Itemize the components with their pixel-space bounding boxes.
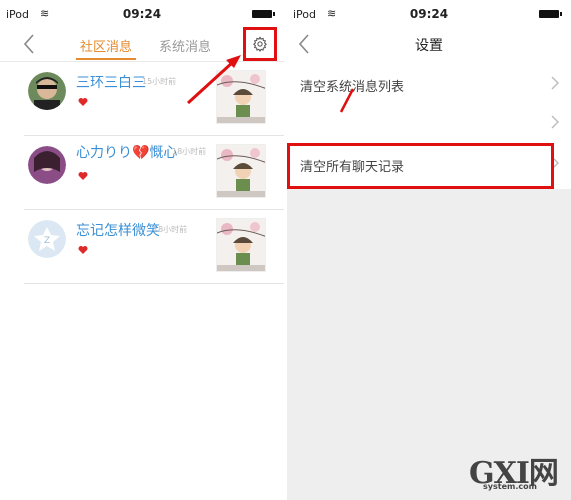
page-title: 设置 <box>415 38 443 54</box>
message-row[interactable]: Z 忘记怎样微笑 18小时前 <box>20 214 284 284</box>
battery-icon <box>539 10 562 18</box>
message-time: 18小时前 <box>172 147 207 156</box>
status-bar: iPod ≋ 09:24 <box>0 0 284 26</box>
tab-system-messages[interactable]: 系统消息 <box>159 36 211 55</box>
message-time: 15小时前 <box>142 77 177 86</box>
back-chevron-icon[interactable] <box>22 33 36 55</box>
sender-name[interactable]: 心力りり💔慨心 <box>76 142 177 162</box>
gear-icon[interactable] <box>252 36 268 52</box>
heart-icon <box>78 98 88 106</box>
site-watermark: GXI网 system.com <box>469 448 565 496</box>
watermark-domain: system.com <box>483 482 537 491</box>
row-divider <box>24 209 284 210</box>
sender-name[interactable]: 三环三白三 <box>76 72 146 92</box>
avatar: Z <box>28 220 66 258</box>
clock: 09:24 <box>409 7 449 21</box>
message-row[interactable]: 心力りり💔慨心 18小时前 <box>20 140 284 210</box>
settings-highlight-box <box>243 27 277 61</box>
nav-bar: 设置 <box>287 26 571 62</box>
clock: 09:24 <box>122 7 162 21</box>
row-divider <box>24 283 284 284</box>
row-divider <box>24 135 284 136</box>
message-time: 18小时前 <box>153 225 188 234</box>
avatar <box>28 146 66 184</box>
active-tab-indicator <box>76 58 136 60</box>
chevron-right-icon <box>551 76 559 90</box>
status-bar: iPod ≋ 09:24 <box>287 0 571 26</box>
post-thumbnail[interactable] <box>216 218 266 272</box>
messages-screen: iPod ≋ 09:24 社区消息 系统消息 三环三白三 15小时前 心力りり💔… <box>0 0 284 500</box>
svg-text:Z: Z <box>44 236 50 246</box>
heart-icon <box>78 246 88 254</box>
settings-screen: iPod ≋ 09:24 设置 清空系统消息列表 清空所有聊天记录 <box>287 0 571 500</box>
chevron-right-icon <box>551 115 559 129</box>
post-thumbnail[interactable] <box>216 70 266 124</box>
avatar <box>28 72 66 110</box>
sender-name[interactable]: 忘记怎样微笑 <box>76 220 160 240</box>
clear-chat-highlight-box <box>287 143 554 189</box>
post-thumbnail[interactable] <box>216 144 266 198</box>
row-label: 清空系统消息列表 <box>300 80 405 95</box>
heart-icon <box>78 172 88 180</box>
battery-icon <box>252 10 275 18</box>
message-row[interactable]: 三环三白三 15小时前 <box>20 66 284 136</box>
nav-bar: 社区消息 系统消息 <box>0 26 284 62</box>
settings-row[interactable] <box>287 101 571 146</box>
tab-community-messages[interactable]: 社区消息 <box>80 36 132 55</box>
